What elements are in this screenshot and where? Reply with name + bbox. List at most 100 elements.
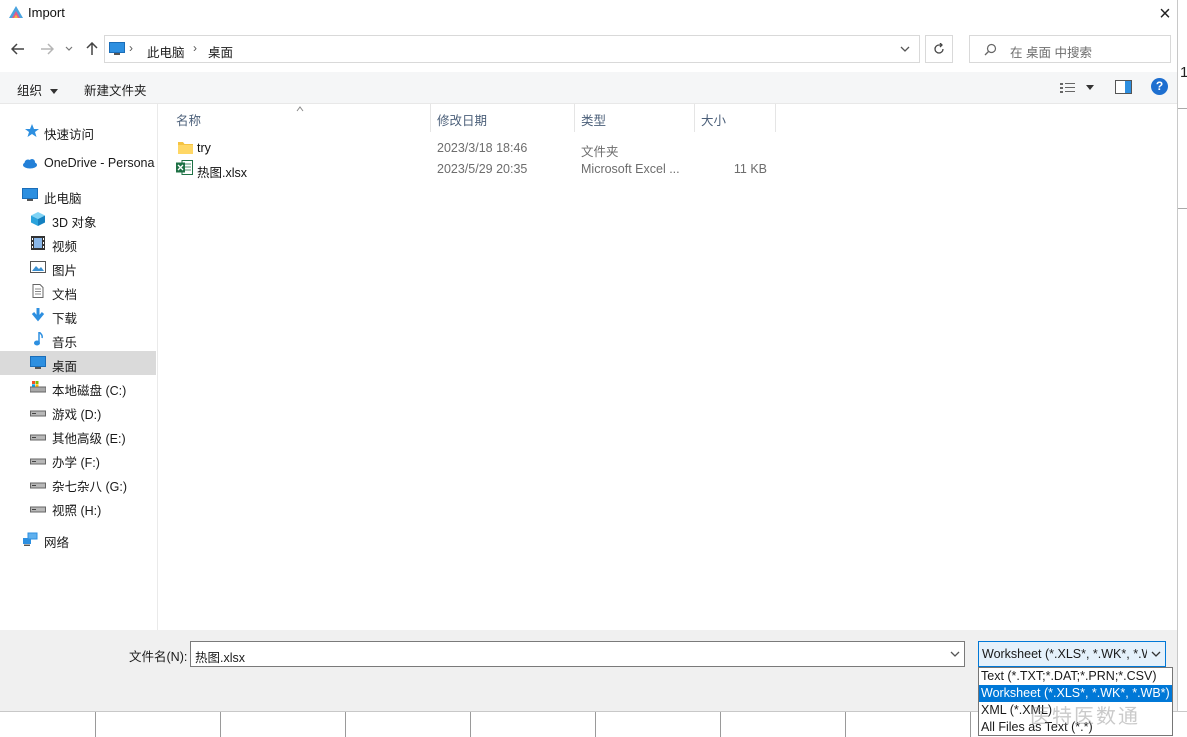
search-box[interactable]: 在 桌面 中搜索 bbox=[969, 35, 1171, 63]
nav-item-pictures[interactable]: 图片 bbox=[0, 255, 156, 279]
nav-item-drive-d[interactable]: 游戏 (D:) bbox=[0, 399, 156, 423]
nav-item-quick-access[interactable]: 快速访问 bbox=[0, 119, 156, 143]
address-dropdown-icon[interactable] bbox=[900, 46, 910, 53]
nav-item-drive-f[interactable]: 办学 (F:) bbox=[0, 447, 156, 471]
nav-label: 桌面 bbox=[52, 360, 78, 374]
window-title: Import bbox=[28, 5, 65, 20]
forward-button[interactable] bbox=[37, 38, 57, 60]
chevron-down-icon bbox=[1151, 651, 1161, 657]
new-folder-button[interactable]: 新建文件夹 bbox=[84, 80, 147, 99]
nav-label: 网络 bbox=[44, 536, 70, 550]
file-row[interactable]: try 2023/3/18 18:46 文件夹 bbox=[170, 138, 776, 159]
toolbar: 组织 新建文件夹 ? bbox=[0, 72, 1177, 104]
nav-item-drive-g[interactable]: 杂七杂八 (G:) bbox=[0, 471, 156, 495]
drive-icon bbox=[30, 410, 46, 417]
file-type: 文件夹 bbox=[581, 145, 619, 159]
preview-pane-button[interactable] bbox=[1115, 80, 1132, 94]
preview-pane-icon bbox=[1115, 80, 1132, 94]
nav-label: 杂七杂八 (G:) bbox=[52, 480, 127, 494]
title-bar: Import × bbox=[0, 0, 1177, 28]
view-options-button[interactable] bbox=[1060, 80, 1098, 96]
excel-file-icon bbox=[176, 160, 193, 175]
nav-item-network[interactable]: 网络 bbox=[0, 527, 156, 551]
caret-down-icon bbox=[1086, 85, 1094, 90]
nav-label: 视频 bbox=[52, 240, 78, 254]
column-label: 大小 bbox=[701, 114, 727, 128]
nav-item-drive-e[interactable]: 其他高级 (E:) bbox=[0, 423, 156, 447]
nav-label: 此电脑 bbox=[44, 192, 82, 206]
import-dialog: Import × › 此电脑 › 桌面 在 桌面 中搜索 组织 新建文件夹 ? … bbox=[0, 0, 1177, 736]
app-logo-icon bbox=[9, 6, 23, 18]
refresh-button[interactable] bbox=[925, 35, 953, 63]
cube-icon bbox=[31, 212, 45, 226]
drive-icon bbox=[30, 381, 46, 393]
file-size: 11 KB bbox=[733, 162, 767, 176]
filename-input[interactable]: 热图.xlsx bbox=[190, 641, 965, 667]
column-header-size[interactable]: 大小 bbox=[695, 104, 776, 132]
download-icon bbox=[31, 308, 45, 322]
help-button[interactable]: ? bbox=[1151, 78, 1168, 95]
nav-item-music[interactable]: 音乐 bbox=[0, 327, 156, 351]
column-label: 名称 bbox=[176, 114, 202, 128]
organize-button[interactable]: 组织 bbox=[17, 80, 58, 99]
background-sheet-right: 1 bbox=[1177, 0, 1187, 711]
organize-label: 组织 bbox=[17, 84, 43, 98]
drive-icon bbox=[30, 506, 46, 513]
arrow-up-icon bbox=[86, 42, 98, 55]
nav-label: 快速访问 bbox=[44, 128, 95, 142]
file-type-select[interactable]: Worksheet (*.XLS*, *.WK*, *.W bbox=[978, 641, 1166, 667]
nav-item-3d-objects[interactable]: 3D 对象 bbox=[0, 207, 156, 231]
nav-item-videos[interactable]: 视频 bbox=[0, 231, 156, 255]
star-icon bbox=[25, 124, 39, 137]
address-bar[interactable]: › 此电脑 › 桌面 bbox=[104, 35, 920, 63]
refresh-icon bbox=[934, 43, 944, 54]
back-button[interactable] bbox=[8, 38, 28, 60]
folder-icon bbox=[178, 142, 193, 154]
column-header-type[interactable]: 类型 bbox=[575, 104, 695, 132]
nav-item-this-pc[interactable]: 此电脑 bbox=[0, 183, 156, 207]
nav-label: 3D 对象 bbox=[52, 216, 97, 230]
nav-item-drive-h[interactable]: 视照 (H:) bbox=[0, 495, 156, 519]
filename-label: 文件名(N): bbox=[129, 650, 188, 664]
drive-icon bbox=[30, 434, 46, 441]
nav-item-drive-c[interactable]: 本地磁盘 (C:) bbox=[0, 375, 156, 399]
nav-label: 游戏 (D:) bbox=[52, 408, 102, 422]
nav-label: 视照 (H:) bbox=[52, 504, 102, 518]
filename-dropdown-icon[interactable] bbox=[950, 651, 960, 658]
search-placeholder: 在 桌面 中搜索 bbox=[1010, 46, 1092, 60]
nav-item-onedrive[interactable]: OneDrive - Persona bbox=[0, 151, 156, 175]
nav-item-documents[interactable]: 文档 bbox=[0, 279, 156, 303]
nav-label: 音乐 bbox=[52, 336, 78, 350]
nav-label: OneDrive - Persona bbox=[44, 156, 155, 170]
computer-icon bbox=[22, 188, 38, 201]
help-icon: ? bbox=[1155, 79, 1164, 93]
nav-item-downloads[interactable]: 下载 bbox=[0, 303, 156, 327]
crumb-separator-icon: › bbox=[129, 41, 133, 55]
file-name: try bbox=[197, 141, 211, 155]
view-list-icon bbox=[1060, 83, 1075, 93]
crumb-separator-icon: › bbox=[193, 41, 197, 55]
file-row[interactable]: 热图.xlsx 2023/5/29 20:35 Microsoft Excel … bbox=[170, 159, 776, 180]
column-header-name[interactable]: 名称 bbox=[170, 104, 431, 132]
file-modified: 2023/3/18 18:46 bbox=[437, 141, 528, 155]
desktop-icon bbox=[30, 356, 46, 369]
recent-locations-button[interactable] bbox=[62, 38, 76, 60]
close-icon: × bbox=[1159, 2, 1171, 25]
arrow-left-icon bbox=[11, 43, 24, 55]
chevron-down-icon bbox=[65, 46, 73, 51]
file-type: Microsoft Excel ... bbox=[581, 162, 680, 176]
nav-item-desktop[interactable]: 桌面 bbox=[0, 351, 156, 375]
column-label: 类型 bbox=[581, 114, 607, 128]
column-header-modified[interactable]: 修改日期 bbox=[431, 104, 575, 132]
filename-value: 热图.xlsx bbox=[195, 651, 246, 665]
close-button[interactable]: × bbox=[1153, 0, 1177, 28]
breadcrumb-this-pc[interactable]: 此电脑 bbox=[147, 42, 185, 61]
file-name: 热图.xlsx bbox=[197, 166, 248, 180]
up-button[interactable] bbox=[82, 38, 102, 60]
computer-icon bbox=[109, 42, 125, 55]
file-type-option[interactable]: Text (*.TXT;*.DAT;*.PRN;*.CSV) bbox=[979, 668, 1172, 685]
breadcrumb-desktop[interactable]: 桌面 bbox=[208, 42, 233, 61]
file-modified: 2023/5/29 20:35 bbox=[437, 162, 528, 176]
nav-label: 办学 (F:) bbox=[52, 456, 100, 470]
network-icon bbox=[23, 532, 38, 546]
